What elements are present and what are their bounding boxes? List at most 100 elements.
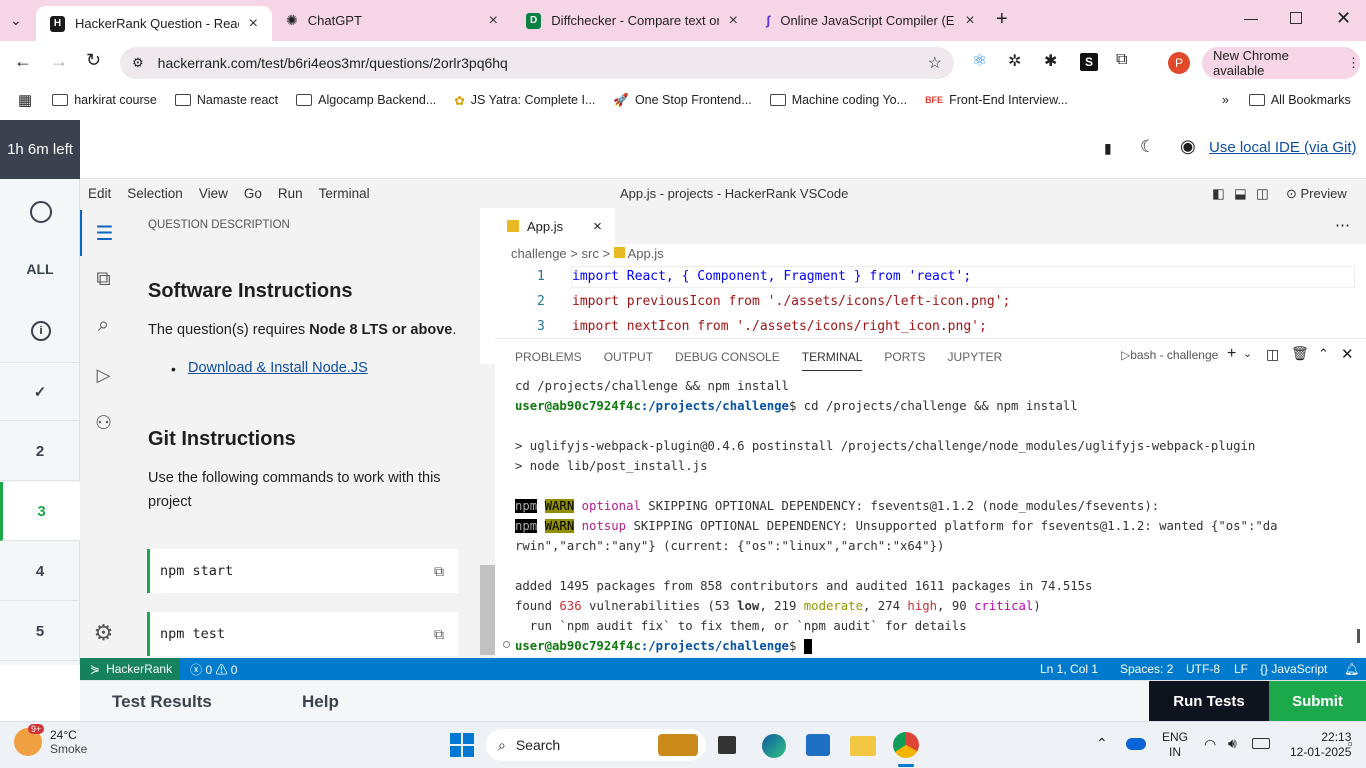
sidebar-scroll-thumb[interactable] bbox=[480, 565, 495, 655]
file-explorer-icon[interactable] bbox=[850, 736, 876, 756]
maximize-button[interactable] bbox=[1290, 12, 1302, 24]
settings-gear-icon[interactable]: ⚙ bbox=[80, 610, 127, 656]
task-view-icon[interactable] bbox=[718, 736, 736, 754]
tab-help[interactable]: Help bbox=[302, 692, 339, 712]
menu-go[interactable]: Go bbox=[236, 186, 270, 201]
bookmark-item[interactable]: Namaste react bbox=[174, 93, 278, 107]
bookmark-item[interactable]: BFE Front-End Interview... bbox=[925, 93, 1068, 107]
editor-tab[interactable]: App.js × bbox=[495, 208, 615, 244]
remote-indicator[interactable]: ⋟ HackerRank bbox=[80, 658, 181, 680]
files-icon[interactable]: ⧉ bbox=[80, 256, 127, 302]
extension-icon[interactable]: ✲ bbox=[1008, 51, 1021, 71]
tab-ports[interactable]: PORTS bbox=[884, 350, 925, 371]
reload-button[interactable]: ↻ bbox=[86, 50, 101, 71]
question-item[interactable]: 2 bbox=[0, 422, 80, 481]
nav-all[interactable]: ALL bbox=[0, 261, 80, 277]
wifi-icon[interactable]: ◠ bbox=[1204, 736, 1216, 753]
store-icon[interactable] bbox=[806, 734, 830, 756]
close-icon[interactable]: × bbox=[489, 12, 498, 30]
question-item[interactable]: 4 bbox=[0, 542, 80, 601]
menu-view[interactable]: View bbox=[191, 186, 236, 201]
close-icon[interactable]: × bbox=[965, 12, 974, 30]
tab-chatgpt[interactable]: ✺ ChatGPT × bbox=[272, 0, 512, 41]
window-close-button[interactable]: ✕ bbox=[1336, 8, 1351, 29]
tab-terminal[interactable]: TERMINAL bbox=[801, 350, 863, 371]
tab-test-results[interactable]: Test Results bbox=[112, 692, 212, 712]
url-text[interactable]: hackerrank.com/test/b6ri4eos3mr/question… bbox=[158, 55, 914, 71]
toggle-secondary-icon[interactable]: ◫ bbox=[1256, 186, 1269, 202]
code-line[interactable]: import previousIcon from './assets/icons… bbox=[572, 294, 1010, 309]
copy-icon[interactable]: ⧉ bbox=[434, 626, 444, 643]
split-terminal-icon[interactable]: ◫ bbox=[1266, 346, 1279, 363]
close-icon[interactable]: × bbox=[593, 218, 602, 235]
toggle-panel-icon[interactable]: ⬓ bbox=[1234, 186, 1247, 202]
node-download-link[interactable]: Download & Install Node.JS bbox=[188, 360, 368, 376]
chrome-taskbar-icon[interactable] bbox=[893, 732, 919, 758]
moon-icon[interactable]: ☾ bbox=[1140, 137, 1155, 157]
omnibox[interactable]: ⚙ hackerrank.com/test/b6ri4eos3mr/questi… bbox=[120, 47, 954, 79]
tab-list-button[interactable]: ⌄ bbox=[10, 12, 22, 29]
bug-icon[interactable]: ✱ bbox=[1044, 51, 1057, 71]
copy-icon[interactable]: ⧉ bbox=[434, 563, 444, 580]
bookmark-item[interactable]: ✿ JS Yatra: Complete I... bbox=[454, 93, 595, 108]
react-devtools-icon[interactable]: ⚛ bbox=[972, 51, 987, 71]
question-description-icon[interactable]: ☰ bbox=[80, 210, 127, 256]
eol[interactable]: LF bbox=[1234, 662, 1248, 676]
code-line[interactable]: import nextIcon from './assets/icons/rig… bbox=[572, 319, 987, 334]
indentation[interactable]: Spaces: 2 bbox=[1120, 662, 1173, 676]
site-info-icon[interactable]: ⚙ bbox=[132, 55, 144, 71]
new-terminal-icon[interactable]: + bbox=[1227, 345, 1236, 363]
problems-indicator[interactable]: ⓧ 0 ⚠ 0 bbox=[190, 661, 237, 678]
language-indicator[interactable]: ENG IN bbox=[1162, 730, 1188, 760]
question-1-done[interactable]: ✓ bbox=[0, 362, 80, 421]
chrome-update-button[interactable]: New Chrome available ⋮ bbox=[1202, 47, 1360, 79]
menu-run[interactable]: Run bbox=[270, 186, 311, 201]
info-icon[interactable]: i bbox=[31, 321, 51, 341]
breadcrumb-item[interactable]: src bbox=[581, 246, 598, 261]
tab-output[interactable]: OUTPUT bbox=[604, 350, 653, 371]
local-ide-link[interactable]: Use local IDE (via Git) bbox=[1209, 139, 1357, 156]
forward-button[interactable]: → bbox=[50, 51, 68, 72]
signal-icon[interactable]: ▮ bbox=[1104, 140, 1112, 157]
encoding[interactable]: UTF-8 bbox=[1186, 662, 1220, 676]
run-tests-button[interactable]: Run Tests bbox=[1149, 681, 1269, 721]
terminal-selector[interactable]: ▷bash - challenge bbox=[1121, 348, 1218, 362]
bookmark-star-icon[interactable]: ☆ bbox=[928, 53, 942, 73]
maximize-panel-icon[interactable]: ⌃ bbox=[1318, 346, 1329, 362]
bookmarks-overflow-icon[interactable]: » bbox=[1222, 93, 1229, 107]
tab-problems[interactable]: PROBLEMS bbox=[515, 350, 582, 371]
bell-icon[interactable]: 🔔︎ bbox=[1344, 662, 1359, 676]
apps-grid-icon[interactable]: ▦ bbox=[18, 91, 32, 109]
bookmark-item[interactable]: 🚀 One Stop Frontend... bbox=[613, 93, 751, 108]
new-tab-button[interactable]: + bbox=[996, 8, 1008, 31]
breadcrumb-item[interactable]: App.js bbox=[628, 246, 664, 261]
start-icon[interactable] bbox=[450, 733, 474, 757]
tab-hackerrank[interactable]: H HackerRank Question - React: C × bbox=[36, 6, 272, 41]
cursor-position[interactable]: Ln 1, Col 1 bbox=[1040, 662, 1098, 676]
chevron-down-icon[interactable]: ⌄ bbox=[1243, 347, 1252, 360]
all-bookmarks[interactable]: All Bookmarks bbox=[1248, 93, 1351, 107]
avatar[interactable]: P bbox=[1168, 52, 1190, 74]
tab-diffchecker[interactable]: D Diffchecker - Compare text onli × bbox=[512, 0, 752, 41]
s-extension-icon[interactable]: S bbox=[1080, 53, 1098, 71]
onedrive-icon[interactable] bbox=[1126, 738, 1146, 750]
tab-debug-console[interactable]: DEBUG CONSOLE bbox=[675, 350, 780, 371]
search-icon[interactable]: ⌕ bbox=[80, 302, 127, 348]
minimize-button[interactable]: — bbox=[1244, 10, 1258, 26]
terminal-scroll-thumb[interactable] bbox=[1357, 629, 1360, 643]
notification-icon[interactable]: ▫ bbox=[1348, 736, 1353, 751]
terminal-prompt[interactable]: user@ab90c7924f4c:/projects/challenge$ bbox=[515, 636, 812, 656]
run-debug-icon[interactable]: ▷ bbox=[80, 352, 127, 398]
accounts-icon[interactable]: ⚇ bbox=[80, 400, 127, 446]
taskbar-search[interactable]: ⌕ Search bbox=[486, 729, 706, 761]
clock[interactable]: 22:13 12-01-2025 bbox=[1290, 730, 1351, 760]
menu-terminal[interactable]: Terminal bbox=[311, 186, 378, 201]
bookmark-item[interactable]: Algocamp Backend... bbox=[296, 93, 436, 107]
language-mode[interactable]: {} JavaScript bbox=[1260, 662, 1327, 676]
tab-jupyter[interactable]: JUPYTER bbox=[948, 350, 1003, 371]
trash-icon[interactable]: 🗑 bbox=[1291, 345, 1309, 362]
weather-widget[interactable]: 9+ 24°C Smoke bbox=[14, 724, 87, 756]
tab-programiz[interactable]: ʃ Online JavaScript Compiler (Edi × bbox=[752, 0, 992, 41]
puzzle-icon[interactable]: ⧉ bbox=[1116, 51, 1127, 69]
question-item[interactable]: 5 bbox=[0, 602, 80, 661]
